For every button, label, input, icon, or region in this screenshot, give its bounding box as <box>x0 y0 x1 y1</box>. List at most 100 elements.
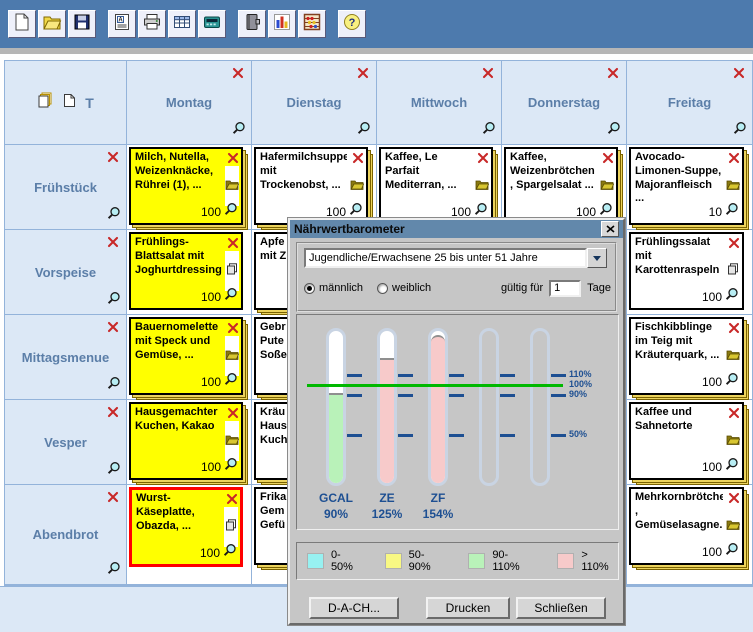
folder-icon[interactable] <box>225 347 239 365</box>
meal-row-label-2[interactable]: Mittagsmenue <box>5 315 127 400</box>
meal-card[interactable]: Fischkibblinge im Teig mit Kräuterquark,… <box>629 317 744 395</box>
folder-icon[interactable] <box>600 177 614 195</box>
validity-days-input[interactable] <box>549 280 581 297</box>
zoom-day-icon[interactable] <box>232 121 246 140</box>
zoom-card-icon[interactable] <box>725 542 739 561</box>
zoom-meal-icon[interactable] <box>107 291 121 310</box>
meal-card[interactable]: Kaffee und Sahnetorte 100 <box>629 402 744 480</box>
toolbar-chart-button[interactable] <box>268 10 296 38</box>
reference-line-100 <box>307 384 563 387</box>
axis-label-90: 90% <box>569 389 587 399</box>
zoom-card-icon[interactable] <box>725 457 739 476</box>
delete-day-icon[interactable] <box>733 66 745 84</box>
abacus-icon <box>302 12 322 37</box>
meal-row-label-3[interactable]: Vesper <box>5 400 127 485</box>
zoom-meal-icon[interactable] <box>107 461 121 480</box>
meal-card[interactable]: Mehrkornbrötche , Gemüselasagne. 100 <box>629 487 744 565</box>
zoom-day-icon[interactable] <box>357 121 371 140</box>
zoom-meal-icon[interactable] <box>107 206 121 225</box>
folder-icon[interactable] <box>225 177 239 195</box>
folder-icon[interactable] <box>726 517 740 535</box>
zoom-card-icon[interactable] <box>223 543 237 562</box>
day-header-4[interactable]: Freitag <box>627 61 752 145</box>
legend-label: 90-110% <box>492 549 535 573</box>
meal-card[interactable]: Hafermilchsuppe mit Trockenobst, ... 100 <box>254 147 368 225</box>
zoom-card-icon[interactable] <box>725 202 739 221</box>
open-folder-icon <box>42 12 62 37</box>
folder-icon[interactable] <box>350 177 364 195</box>
zoom-card-icon[interactable] <box>224 457 238 476</box>
zoom-card-icon[interactable] <box>725 287 739 306</box>
meal-row-label-0[interactable]: Frühstück <box>5 145 127 230</box>
close-button[interactable]: Schließen <box>516 597 606 619</box>
day-header-3[interactable]: Donnerstag <box>502 61 627 145</box>
meal-card[interactable]: Frühlings- Blattsalat mit Joghurtdressin… <box>129 232 243 310</box>
toolbar-report-button[interactable]: A <box>108 10 136 38</box>
delete-meal-icon[interactable] <box>107 405 119 423</box>
delete-meal-icon[interactable] <box>107 320 119 338</box>
zoom-card-icon[interactable] <box>224 202 238 221</box>
meal-card[interactable]: Avocado- Limonen-Suppe, Majoranfleisch .… <box>629 147 744 225</box>
meal-card[interactable]: Kaffee, Weizenbrötchen , Spargelsalat ..… <box>504 147 618 225</box>
zoom-meal-icon[interactable] <box>107 376 121 395</box>
folder-icon[interactable] <box>726 432 740 450</box>
delete-meal-icon[interactable] <box>107 150 119 168</box>
zoom-day-icon[interactable] <box>482 121 496 140</box>
meal-card[interactable]: Wurst- Käseplatte, Obazda, ... 100 <box>129 487 243 567</box>
delete-meal-icon[interactable] <box>107 490 119 508</box>
zoom-day-icon[interactable] <box>733 121 747 140</box>
female-radio[interactable] <box>377 283 388 294</box>
zoom-day-icon[interactable] <box>607 121 621 140</box>
copy-icon[interactable] <box>225 518 237 536</box>
male-radio[interactable] <box>304 283 315 294</box>
meal-card[interactable]: Frühlingssalat mit Karottenraspeln 100 <box>629 232 744 310</box>
delete-day-icon[interactable] <box>482 66 494 84</box>
copy-documents-icon[interactable] <box>37 92 54 113</box>
meal-row-label-1[interactable]: Vorspeise <box>5 230 127 315</box>
chevron-down-icon[interactable] <box>587 248 607 268</box>
toolbar-save-button[interactable] <box>68 10 96 38</box>
folder-icon[interactable] <box>475 177 489 195</box>
zoom-meal-icon[interactable] <box>107 561 121 580</box>
toolbar-help-button[interactable]: ? <box>338 10 366 38</box>
toolbar-table-button[interactable] <box>168 10 196 38</box>
legend-item: 90-110% <box>468 549 535 573</box>
card-quantity: 100 <box>702 545 722 559</box>
dach-button[interactable]: D-A-CH... <box>309 597 399 619</box>
dialog-titlebar[interactable]: Nährwertbarometer <box>290 220 623 238</box>
zoom-card-icon[interactable] <box>224 287 238 306</box>
meal-card-text: Wurst- Käseplatte, Obazda, ... <box>136 492 221 548</box>
age-group-dropdown[interactable]: Jugendliche/Erwachsene 25 bis unter 51 J… <box>304 248 607 268</box>
meal-card[interactable]: Milch, Nutella, Weizenknäcke, Rührei (1)… <box>129 147 243 225</box>
day-header-2[interactable]: Mittwoch <box>377 61 502 145</box>
validity-label: gültig für <box>501 282 543 294</box>
age-group-value[interactable]: Jugendliche/Erwachsene 25 bis unter 51 J… <box>304 248 587 268</box>
meal-row-label-4[interactable]: Abendbrot <box>5 485 127 585</box>
meal-card[interactable]: Hausgemachter Kuchen, Kakao 100 <box>129 402 243 480</box>
toolbar-abacus-button[interactable] <box>298 10 326 38</box>
delete-day-icon[interactable] <box>357 66 369 84</box>
meal-card[interactable]: Bauernomelette mit Speck und Gemüse, ...… <box>129 317 243 395</box>
meal-card[interactable]: Kaffee, Le Parfait Mediterran, ... 100 <box>379 147 493 225</box>
zoom-card-icon[interactable] <box>224 372 238 391</box>
toolbar-open-folder-button[interactable] <box>38 10 66 38</box>
copy-icon[interactable] <box>727 262 739 280</box>
toolbar-new-document-button[interactable] <box>8 10 36 38</box>
folder-icon[interactable] <box>726 177 740 195</box>
document-icon[interactable] <box>63 93 76 113</box>
folder-icon[interactable] <box>225 432 239 450</box>
delete-day-icon[interactable] <box>232 66 244 84</box>
zoom-card-icon[interactable] <box>725 372 739 391</box>
axis-tick <box>347 394 362 397</box>
print-button[interactable]: Drucken <box>426 597 510 619</box>
close-icon[interactable] <box>601 221 619 237</box>
toolbar-print-button[interactable] <box>138 10 166 38</box>
folder-icon[interactable] <box>726 347 740 365</box>
copy-icon[interactable] <box>226 262 238 280</box>
toolbar-address-book-button[interactable] <box>238 10 266 38</box>
day-header-1[interactable]: Dienstag <box>252 61 377 145</box>
delete-meal-icon[interactable] <box>107 235 119 253</box>
toolbar-calculator-button[interactable] <box>198 10 226 38</box>
day-header-0[interactable]: Montag <box>127 61 252 145</box>
delete-day-icon[interactable] <box>607 66 619 84</box>
